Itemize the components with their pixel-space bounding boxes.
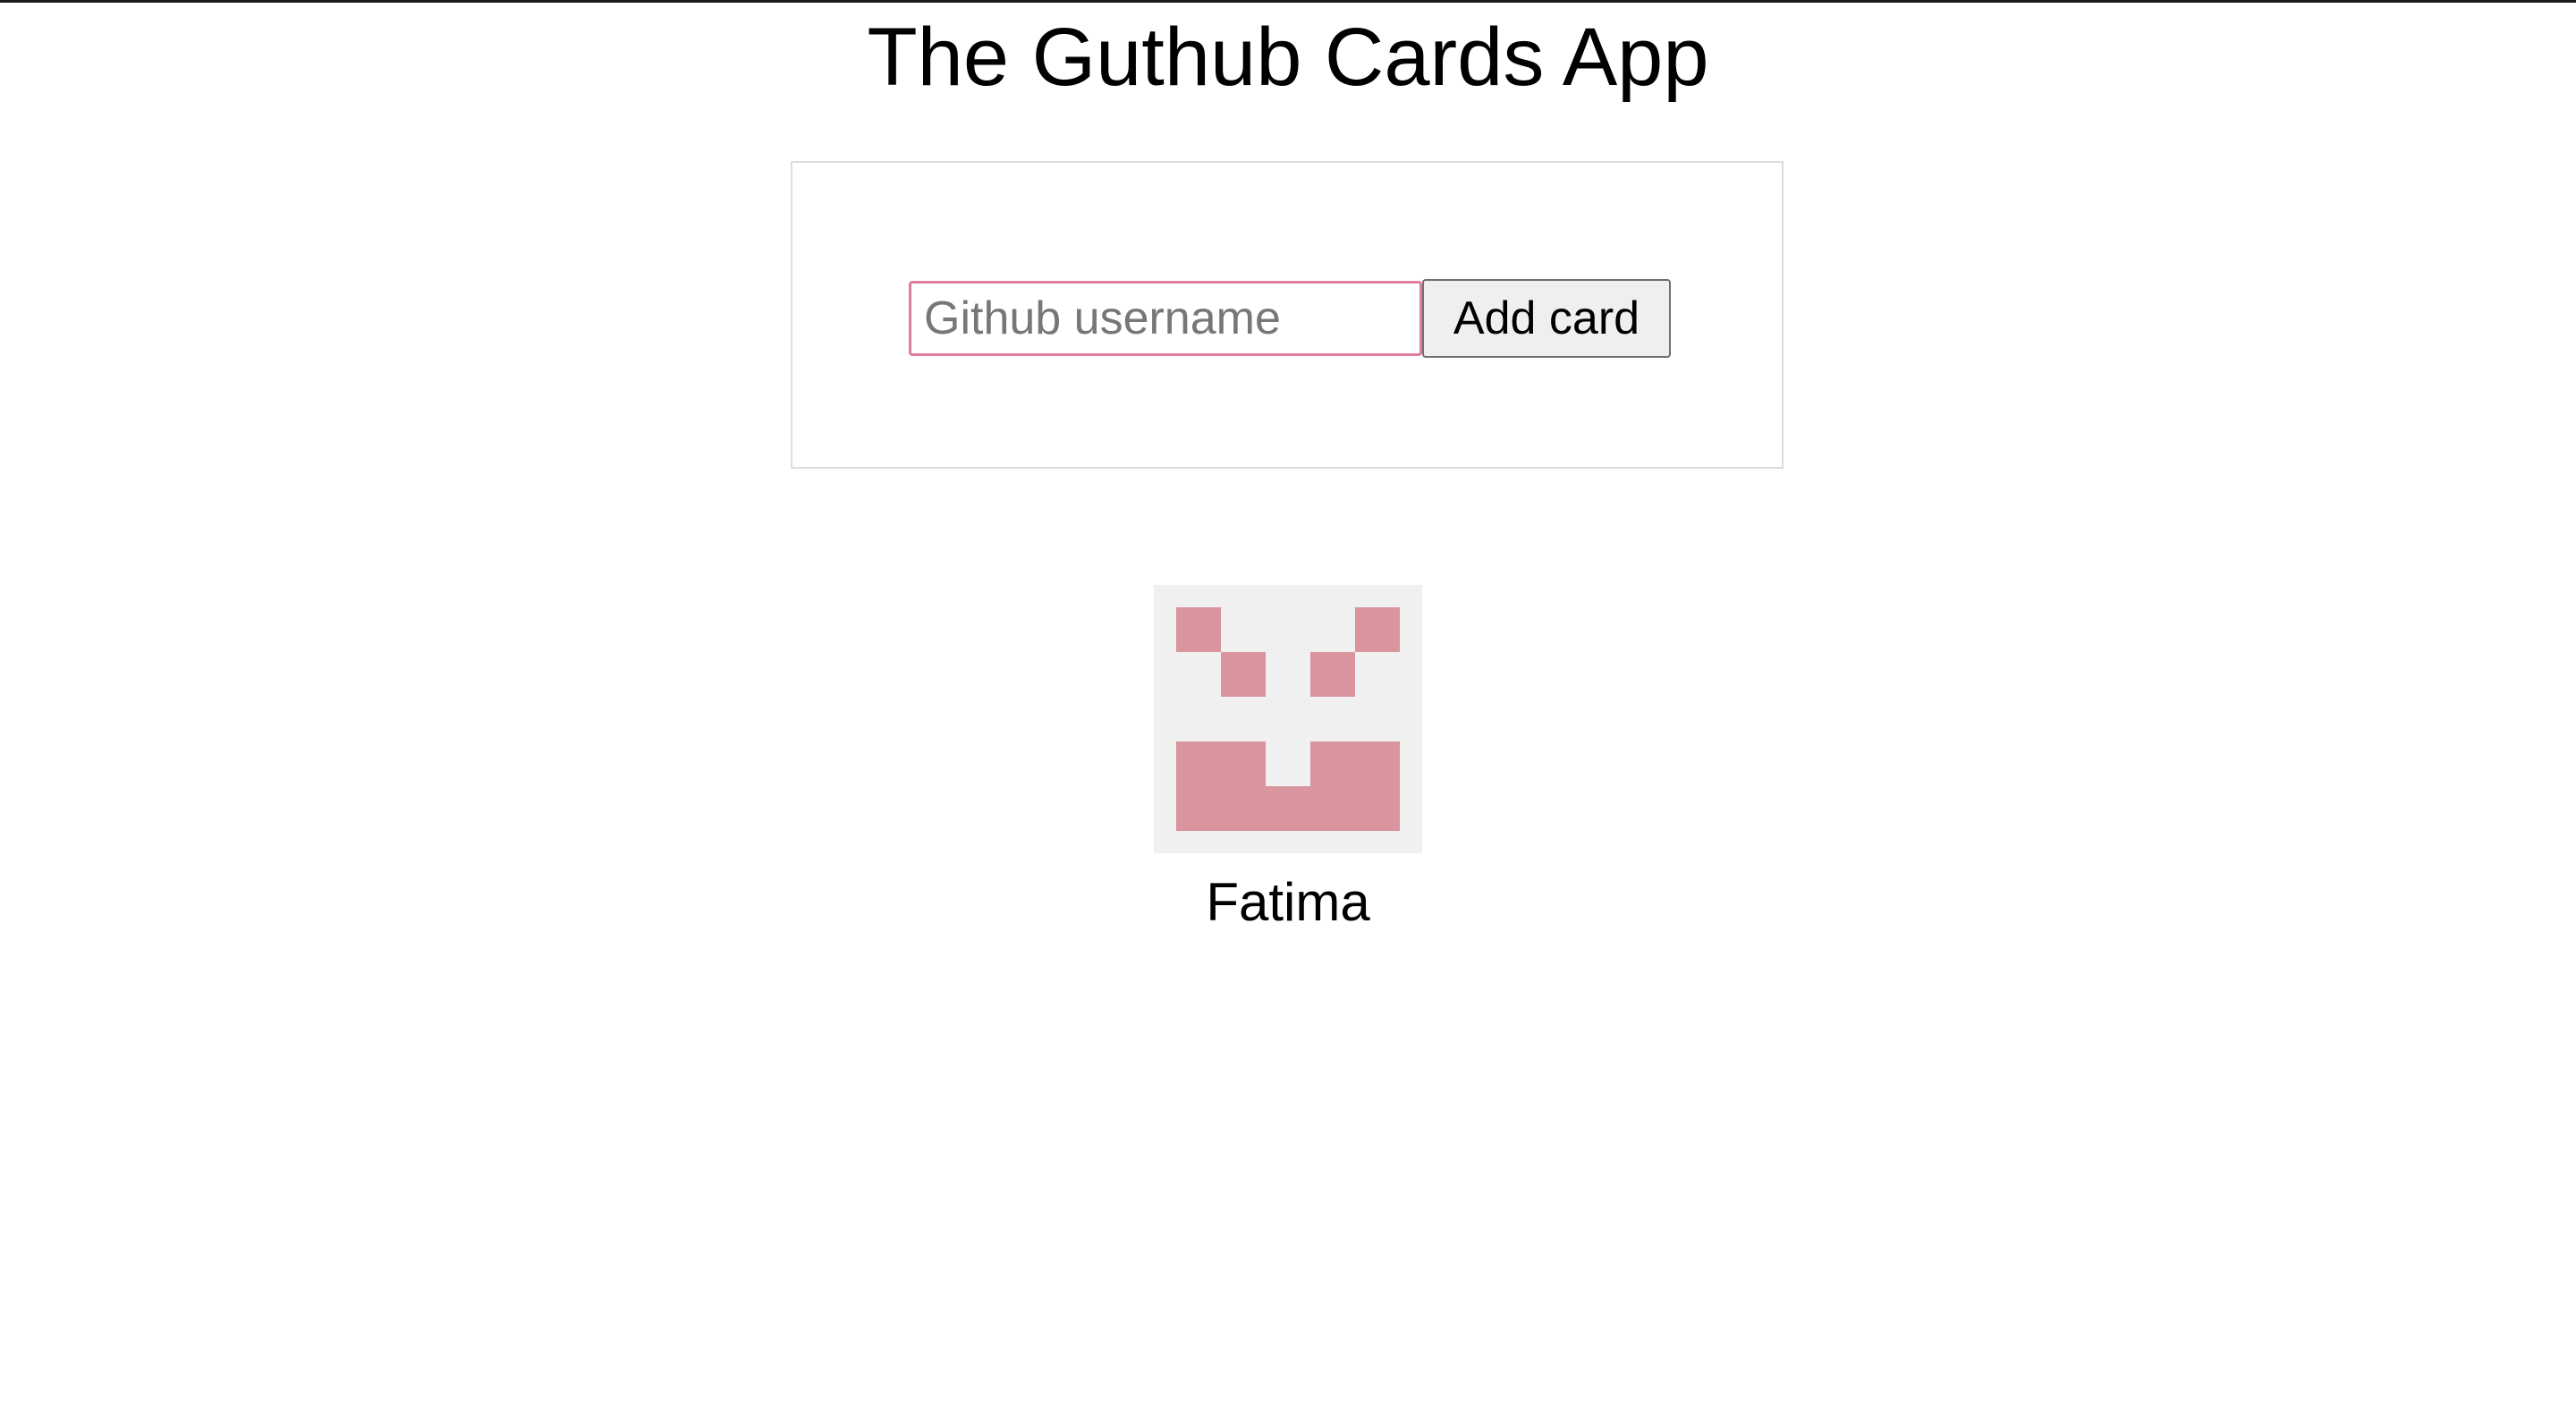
card-user-name: Fatima [1206, 872, 1370, 932]
app-root: The Guthub Cards App Add card Fatima [0, 0, 2576, 1415]
page-title: The Guthub Cards App [867, 12, 1709, 103]
add-card-button[interactable]: Add card [1422, 279, 1671, 358]
github-username-input[interactable] [909, 281, 1422, 356]
identicon-avatar-icon [1154, 585, 1422, 853]
user-card: Fatima [1154, 585, 1422, 934]
add-card-form: Add card [791, 161, 1784, 469]
